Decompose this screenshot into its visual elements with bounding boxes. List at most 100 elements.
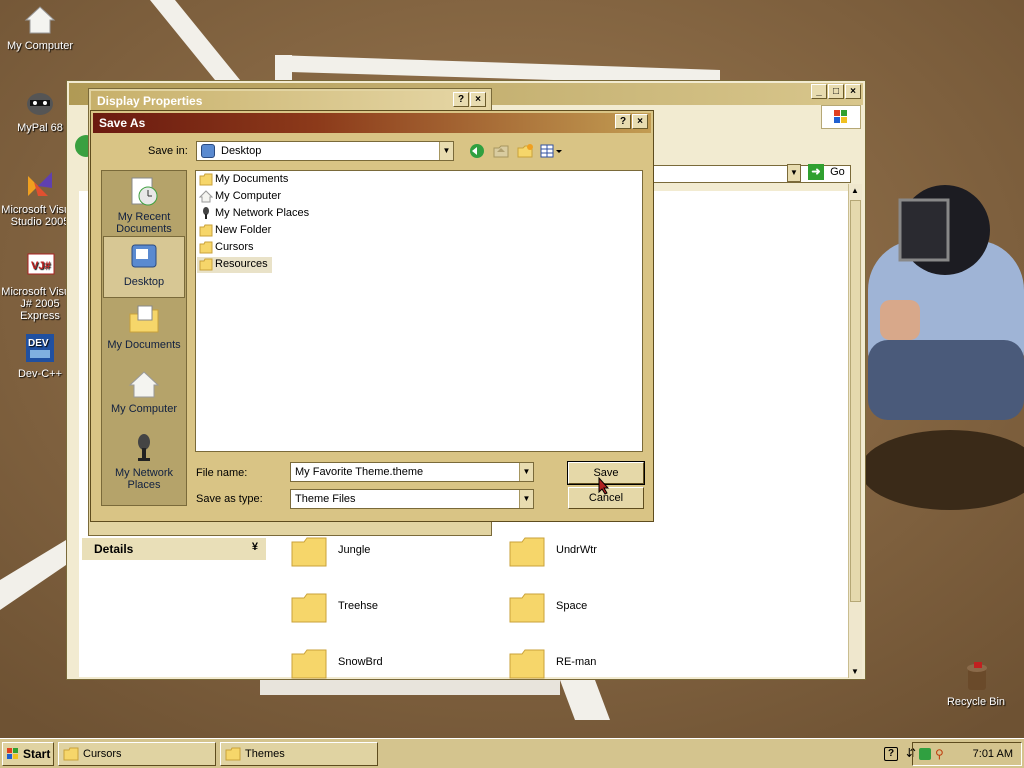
close-button[interactable]: × [632,114,648,129]
place-recent-documents[interactable]: My Recent Documents [103,172,185,235]
go-label: Go [830,166,845,178]
close-button[interactable]: × [845,84,861,99]
details-panel-header[interactable]: Details ¥ [82,538,266,560]
vertical-scrollbar[interactable]: ▲ ▼ [848,184,862,678]
save-as-title: Save As [99,116,146,130]
folder-item[interactable]: UndrWtr [508,534,708,574]
scroll-up-icon[interactable]: ▲ [851,186,859,195]
go-arrow-icon: ➜ [808,164,824,180]
desktop-icon-my-computer[interactable]: My Computer [0,4,80,52]
close-button[interactable]: × [470,92,486,107]
new-folder-icon[interactable] [516,143,534,159]
folder-label: UndrWtr [556,544,597,556]
network-tray-icon[interactable] [919,748,931,760]
start-label: Start [23,747,51,761]
task-label: Themes [245,748,285,760]
save-in-combo[interactable]: Desktop ▼ [196,141,454,161]
place-my-computer[interactable]: My Computer [103,364,185,426]
folder-label: Space [556,600,588,612]
vjsharp-icon: VJ# [24,250,56,282]
folder-icon [508,534,546,568]
folder-icon [199,258,213,271]
desktop-icon-recycle-bin[interactable]: Recycle Bin [936,660,1016,708]
address-dropdown-icon[interactable]: ▼ [787,164,801,182]
view-menu-icon[interactable] [540,143,564,159]
folder-item[interactable]: SnowBrd [290,646,490,686]
chevron-down-icon[interactable]: ¥ [252,541,258,553]
network-icon [199,207,213,220]
folder-icon [199,224,213,237]
save-as-type-value: Theme Files [295,493,356,505]
desktop-icon-label: Recycle Bin [946,696,1006,708]
place-label: My Computer [110,403,178,415]
back-icon[interactable] [468,143,486,159]
chevron-down-icon[interactable]: ▼ [439,142,453,160]
chevron-down-icon[interactable]: ▼ [519,463,533,481]
save-as-type-label: Save as type: [196,493,263,505]
place-label: My Network Places [114,467,174,491]
file-name-label: File name: [196,467,248,479]
svg-text:VJ#: VJ# [31,260,51,272]
clock[interactable]: 7:01 AM [973,748,1013,760]
folder-item[interactable]: RE-man [508,646,708,686]
file-name: New Folder [215,224,272,236]
taskbar-button-themes[interactable]: Themes [220,742,378,766]
folder-item[interactable]: Jungle [290,534,490,574]
folder-label: RE-man [556,656,597,668]
file-name: Resources [215,258,268,270]
place-label: My Documents [107,339,181,351]
folder-icon [290,590,328,624]
file-row-cursors[interactable]: Cursors [197,240,258,256]
save-as-type-select[interactable]: Theme Files ▼ [290,489,534,509]
folder-item[interactable]: Treehse [290,590,490,630]
minimize-button[interactable]: _ [811,84,827,99]
maximize-button[interactable]: □ [828,84,844,99]
save-as-titlebar: Save As [93,113,651,133]
start-button[interactable]: Start [2,742,54,766]
desktop-icon [128,241,160,273]
folder-docs-icon [199,173,213,186]
network-places-icon [128,432,160,464]
file-row-my-documents[interactable]: My Documents [197,172,292,188]
chevron-down-icon[interactable]: ▼ [519,490,533,508]
folder-icon [63,747,79,764]
place-my-documents[interactable]: My Documents [103,300,185,362]
desktop-icon-label: Dev-C++ [17,368,63,380]
raccoon-icon [24,86,56,118]
recent-documents-icon [128,176,160,208]
folder-icon [290,534,328,568]
place-desktop[interactable]: Desktop [103,236,185,298]
up-folder-icon[interactable] [492,143,510,159]
go-button[interactable]: ➜ Go [808,164,845,180]
recycle-bin-icon [960,660,992,692]
file-row-network-places[interactable]: My Network Places [197,206,313,222]
scroll-thumb[interactable] [850,200,861,602]
folder-item[interactable]: Space [508,590,708,630]
my-computer-icon [24,4,56,36]
file-name-field[interactable]: My Favorite Theme.theme ▼ [290,462,534,482]
visual-studio-icon [24,168,56,200]
system-tray: ⚲ 7:01 AM [912,742,1022,766]
folder-icon [508,646,546,680]
windows-flag-icon [7,748,19,760]
help-button[interactable]: ? [615,114,631,129]
task-label: Cursors [83,748,122,760]
file-row-resources[interactable]: Resources [197,257,272,273]
display-properties-titlebar: Display Properties [91,91,489,111]
help-button[interactable]: ? [453,92,469,107]
help-tray-icon[interactable]: ? [884,747,898,761]
computer-icon [198,190,214,203]
file-name: My Documents [215,173,289,185]
file-row-my-computer[interactable]: My Computer [197,189,285,205]
svg-text:DEV: DEV [28,338,49,349]
folder-icon [225,747,241,764]
file-row-new-folder[interactable]: New Folder [197,223,275,239]
scroll-down-icon[interactable]: ▼ [851,667,859,676]
place-label: My Recent Documents [116,211,172,235]
folder-label: Treehse [338,600,378,612]
place-network-places[interactable]: My Network Places [103,428,185,504]
my-computer-icon [128,368,160,400]
taskbar-button-cursors[interactable]: Cursors [58,742,216,766]
display-properties-title: Display Properties [97,94,203,108]
search-icon[interactable]: ⚲ [935,747,944,761]
